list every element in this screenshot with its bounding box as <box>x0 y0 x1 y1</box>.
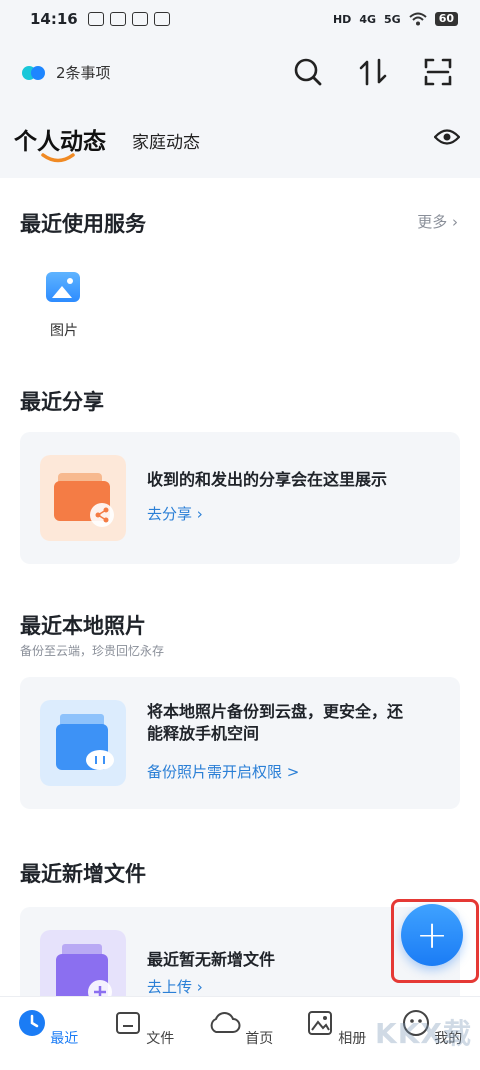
watermark: KKX载 <box>375 1017 472 1050</box>
share-folder-icon <box>40 455 126 541</box>
notification-icon <box>109 12 126 26</box>
tab-label: 最近 <box>50 1031 79 1047</box>
notification-icon <box>131 12 148 26</box>
tab-label: 首页 <box>245 1031 274 1047</box>
section-title: 最近本地照片 <box>20 614 146 638</box>
network-5g: 5G <box>384 12 401 26</box>
status-time: 14:16 <box>30 10 78 28</box>
go-upload-link[interactable]: 去上传 › <box>147 976 203 997</box>
new-files-card-text: 最近暂无新增文件 <box>147 950 276 969</box>
more-link[interactable]: 更多 › <box>417 211 458 232</box>
section-title: 最近新增文件 <box>20 862 146 886</box>
tab-label: 相册 <box>338 1031 367 1047</box>
tab-underline-icon <box>41 153 75 163</box>
backup-card[interactable]: 将本地照片备份到云盘，更安全，还 能释放手机空间 备份照片需开启权限 > <box>20 677 460 809</box>
tab-label: 文件 <box>146 1031 175 1047</box>
transfer-icon[interactable] <box>357 56 389 88</box>
more-label: 更多 <box>417 213 448 231</box>
add-fab-button[interactable]: + <box>401 904 463 966</box>
service-label: 图片 <box>50 323 78 339</box>
section-title: 最近分享 <box>20 390 104 414</box>
go-share-link[interactable]: 去分享 › <box>147 503 203 524</box>
status-bar: 14:16 HD 4G 5G 60 <box>0 0 480 38</box>
folder-icon <box>115 1012 140 1034</box>
enable-permission-link[interactable]: 备份照片需开启权限 > <box>147 761 299 782</box>
image-icon <box>46 272 80 302</box>
todo-label: 2条事项 <box>56 64 111 82</box>
backup-cloud-icon <box>40 700 126 786</box>
tab-personal[interactable]: 个人动态 <box>14 122 106 163</box>
battery-indicator: 60 <box>434 12 458 26</box>
service-item-image[interactable]: 图片 <box>46 272 82 340</box>
tab-family[interactable]: 家庭动态 <box>132 128 200 153</box>
tab-files[interactable]: 文件 <box>96 997 192 1070</box>
wifi-icon <box>409 12 427 26</box>
notification-icon <box>153 12 170 26</box>
notification-icon <box>87 12 104 26</box>
network-4g: 4G <box>359 12 376 26</box>
header: 2条事项 个人动态 家庭动态 <box>0 38 480 178</box>
backup-card-text-line2: 能释放手机空间 <box>147 724 260 743</box>
feed-tabs: 个人动态 家庭动态 <box>14 122 200 163</box>
tab-recent[interactable]: 最近 <box>0 997 96 1070</box>
plus-icon: + <box>416 913 448 957</box>
tab-home[interactable]: 首页 <box>192 997 288 1070</box>
eye-icon[interactable] <box>434 128 460 146</box>
todo-pill[interactable]: 2条事项 <box>22 62 111 83</box>
clock-icon <box>18 1010 45 1036</box>
todo-dots-icon <box>22 65 48 80</box>
chevron-right-icon: › <box>452 213 458 231</box>
tab-album[interactable]: 相册 <box>288 997 384 1070</box>
cloud-icon <box>210 1012 241 1033</box>
share-card-text: 收到的和发出的分享会在这里展示 <box>147 470 388 489</box>
share-card[interactable]: 收到的和发出的分享会在这里展示 去分享 › <box>20 432 460 564</box>
section-title: 最近使用服务 <box>20 212 146 236</box>
tab-family-label: 家庭动态 <box>132 133 200 153</box>
photo-album-icon <box>307 1011 332 1035</box>
search-icon[interactable] <box>292 56 324 88</box>
status-indicators: HD 4G 5G 60 <box>333 12 458 26</box>
section-subtitle: 备份至云端，珍贵回忆永存 <box>20 644 165 658</box>
hd-indicator: HD <box>332 12 352 26</box>
scan-icon[interactable] <box>422 56 454 88</box>
